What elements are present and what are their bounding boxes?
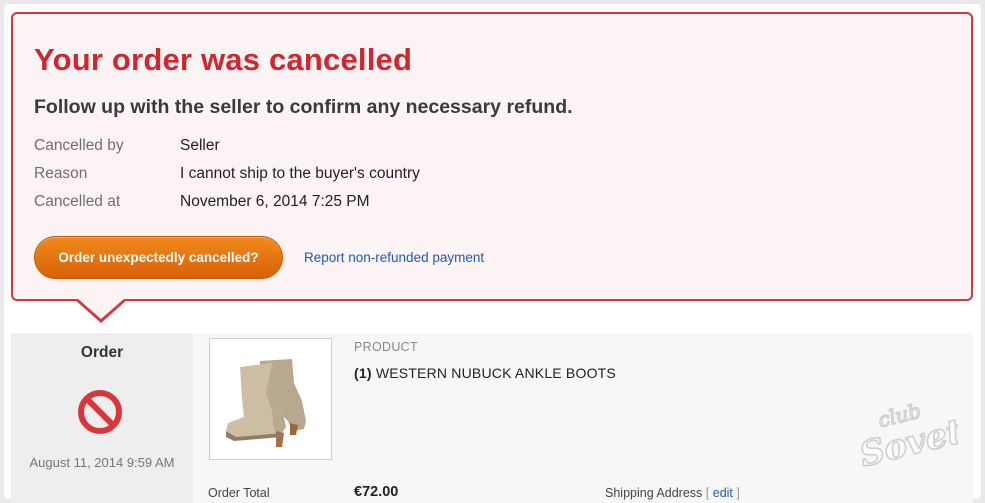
shipping-address-label: Shipping Address [ edit ] <box>605 486 740 500</box>
product-column-header: PRODUCT <box>354 340 418 354</box>
order-total-value: €72.00 <box>354 484 399 500</box>
product-quantity: (1) <box>354 365 372 381</box>
cancelled-at-value: November 6, 2014 7:25 PM <box>180 193 370 210</box>
cancelled-by-label: Cancelled by <box>34 137 124 154</box>
cancelled-by-value: Seller <box>180 137 220 154</box>
alert-subtitle: Follow up with the seller to confirm any… <box>34 96 573 118</box>
edit-bracket-close: ] <box>736 486 740 500</box>
product-thumbnail[interactable] <box>209 338 332 460</box>
order-date: August 11, 2014 9:59 AM <box>29 455 175 470</box>
order-title: Order <box>80 344 124 361</box>
alert-pointer-fill <box>77 298 125 319</box>
alert-title: Your order was cancelled <box>34 42 413 77</box>
reason-value: I cannot ship to the buyer's country <box>180 165 420 182</box>
ankle-boots-image <box>226 359 306 447</box>
product-title: WESTERN NUBUCK ANKLE BOOTS <box>375 365 616 381</box>
product-name[interactable]: (1) WESTERN NUBUCK ANKLE BOOTS <box>354 365 616 381</box>
order-status-panel: Order August 11, 2014 9:59 AM <box>11 333 193 503</box>
edit-shipping-link[interactable]: edit <box>713 486 733 500</box>
shipping-address-text: Shipping Address <box>605 486 703 500</box>
order-total-label: Order Total <box>208 486 270 500</box>
club-sovet-watermark: club Sovet <box>855 398 958 468</box>
order-unexpectedly-cancelled-button[interactable]: Order unexpectedly cancelled? <box>34 236 283 279</box>
cancellation-alert: Your order was cancelled Follow up with … <box>11 12 973 301</box>
edit-bracket-open: [ <box>705 486 710 500</box>
report-non-refunded-payment-link[interactable]: Report non-refunded payment <box>304 250 484 265</box>
cancelled-icon <box>78 390 122 434</box>
reason-label: Reason <box>34 165 88 182</box>
cancelled-at-label: Cancelled at <box>34 193 121 210</box>
